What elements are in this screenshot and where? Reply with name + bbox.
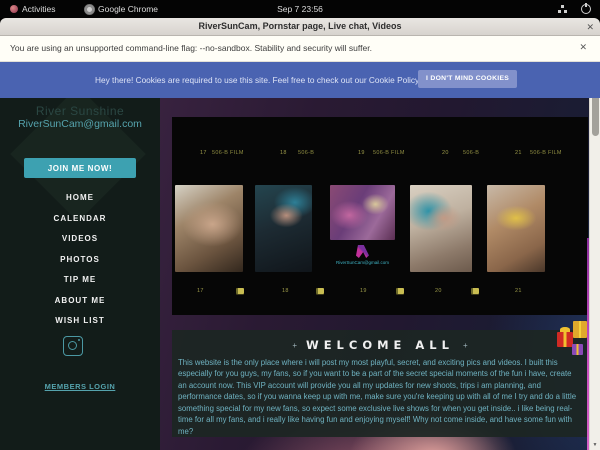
cookie-notice-bar: Hey there! Cookies are required to use t… xyxy=(0,62,600,98)
calendar-day: 20 xyxy=(435,288,442,294)
media-carousel: 17 506-B FILM 18 506-B 19 506-B FILM 20 … xyxy=(172,117,588,315)
calendar-day: 17 xyxy=(197,288,204,294)
sidebar-item-home[interactable]: HOME xyxy=(0,188,160,209)
sidebar-item-tip-me[interactable]: TIP ME xyxy=(0,270,160,291)
calendar-day: 19 xyxy=(358,150,365,156)
calendar-day: 20 xyxy=(442,150,449,156)
power-icon[interactable] xyxy=(581,4,591,14)
film-icon xyxy=(396,288,404,294)
gift-purple-icon xyxy=(572,344,583,355)
calendar-event: 506-B FILM xyxy=(530,150,562,156)
instagram-camera-icon[interactable] xyxy=(63,336,83,356)
clock[interactable]: Sep 7 23:56 xyxy=(0,0,600,18)
sidebar-item-videos[interactable]: VIDEOS xyxy=(0,229,160,250)
calendar-day: 21 xyxy=(515,150,522,156)
profile-name: River Sunshine xyxy=(0,104,160,118)
calendar-event: 506-B xyxy=(463,150,479,156)
site-logo: RiverSunCam@gmail.com xyxy=(330,245,395,277)
profile-email[interactable]: RiverSunCam@gmail.com xyxy=(0,118,160,130)
window-close-icon[interactable]: ✕ xyxy=(586,20,594,34)
thumbnail[interactable] xyxy=(410,185,472,272)
thumbnail[interactable] xyxy=(255,185,312,272)
calendar-event: 506-B xyxy=(298,150,314,156)
cookie-notice-text: Hey there! Cookies are required to use t… xyxy=(95,75,464,85)
calendar-day: 18 xyxy=(280,150,287,156)
flag-warning-bar: You are using an unsupported command-lin… xyxy=(0,36,600,62)
calendar-event: 506-B FILM xyxy=(212,150,244,156)
calendar-day: 18 xyxy=(282,288,289,294)
warning-close-icon[interactable]: ✕ xyxy=(579,42,587,53)
calendar-event: 506-B FILM xyxy=(373,150,405,156)
desktop-top-bar: Activities Google Chrome Sep 7 23:56 xyxy=(0,0,600,18)
sidebar-item-photos[interactable]: PHOTOS xyxy=(0,250,160,271)
sidebar-menu: HOME CALENDAR VIDEOS PHOTOS TIP ME ABOUT… xyxy=(0,188,160,332)
heading-decoration: + xyxy=(292,341,297,350)
thumbnail[interactable] xyxy=(487,185,545,272)
sidebar-item-wish-list[interactable]: WISH LIST xyxy=(0,311,160,332)
members-login-link[interactable]: MEMBERS LOGIN xyxy=(0,382,160,391)
heel-logo-icon xyxy=(356,245,369,258)
gift-yellow-icon xyxy=(573,321,587,338)
calendar-day: 19 xyxy=(360,288,367,294)
main-content: 17 506-B FILM 18 506-B 19 506-B FILM 20 … xyxy=(172,117,588,437)
welcome-heading: + WELCOME ALL + xyxy=(178,338,582,352)
film-icon xyxy=(471,288,479,294)
scrollbar[interactable]: ▲ ▼ xyxy=(589,62,600,450)
welcome-body-text: This website is the only place where i w… xyxy=(178,357,582,437)
gift-red-icon xyxy=(557,332,573,347)
sidebar-item-about-me[interactable]: ABOUT ME xyxy=(0,291,160,312)
film-icon xyxy=(236,288,244,294)
accept-cookies-button[interactable]: I DON'T MIND COOKIES xyxy=(418,70,517,88)
film-icon xyxy=(316,288,324,294)
network-icon[interactable] xyxy=(558,5,567,13)
sidebar: River Sunshine RiverSunCam@gmail.com JOI… xyxy=(0,98,160,450)
thumbnail[interactable] xyxy=(330,185,395,240)
thumbnail[interactable] xyxy=(175,185,243,272)
site-logo-text: RiverSunCam@gmail.com xyxy=(330,260,395,265)
flag-warning-text: You are using an unsupported command-lin… xyxy=(10,43,372,53)
welcome-panel: + WELCOME ALL + This website is the only… xyxy=(172,330,588,437)
scroll-down-icon[interactable]: ▼ xyxy=(590,442,600,448)
sidebar-item-calendar[interactable]: CALENDAR xyxy=(0,209,160,230)
join-me-now-button[interactable]: JOIN ME NOW! xyxy=(24,158,136,178)
heading-decoration: + xyxy=(463,341,468,350)
calendar-day: 21 xyxy=(515,288,522,294)
window-title-bar[interactable]: RiverSunCam, Pornstar page, Live chat, V… xyxy=(0,18,600,36)
page-title: WELCOME ALL xyxy=(306,338,454,352)
calendar-day: 17 xyxy=(200,150,207,156)
window-title: RiverSunCam, Pornstar page, Live chat, V… xyxy=(0,18,600,35)
